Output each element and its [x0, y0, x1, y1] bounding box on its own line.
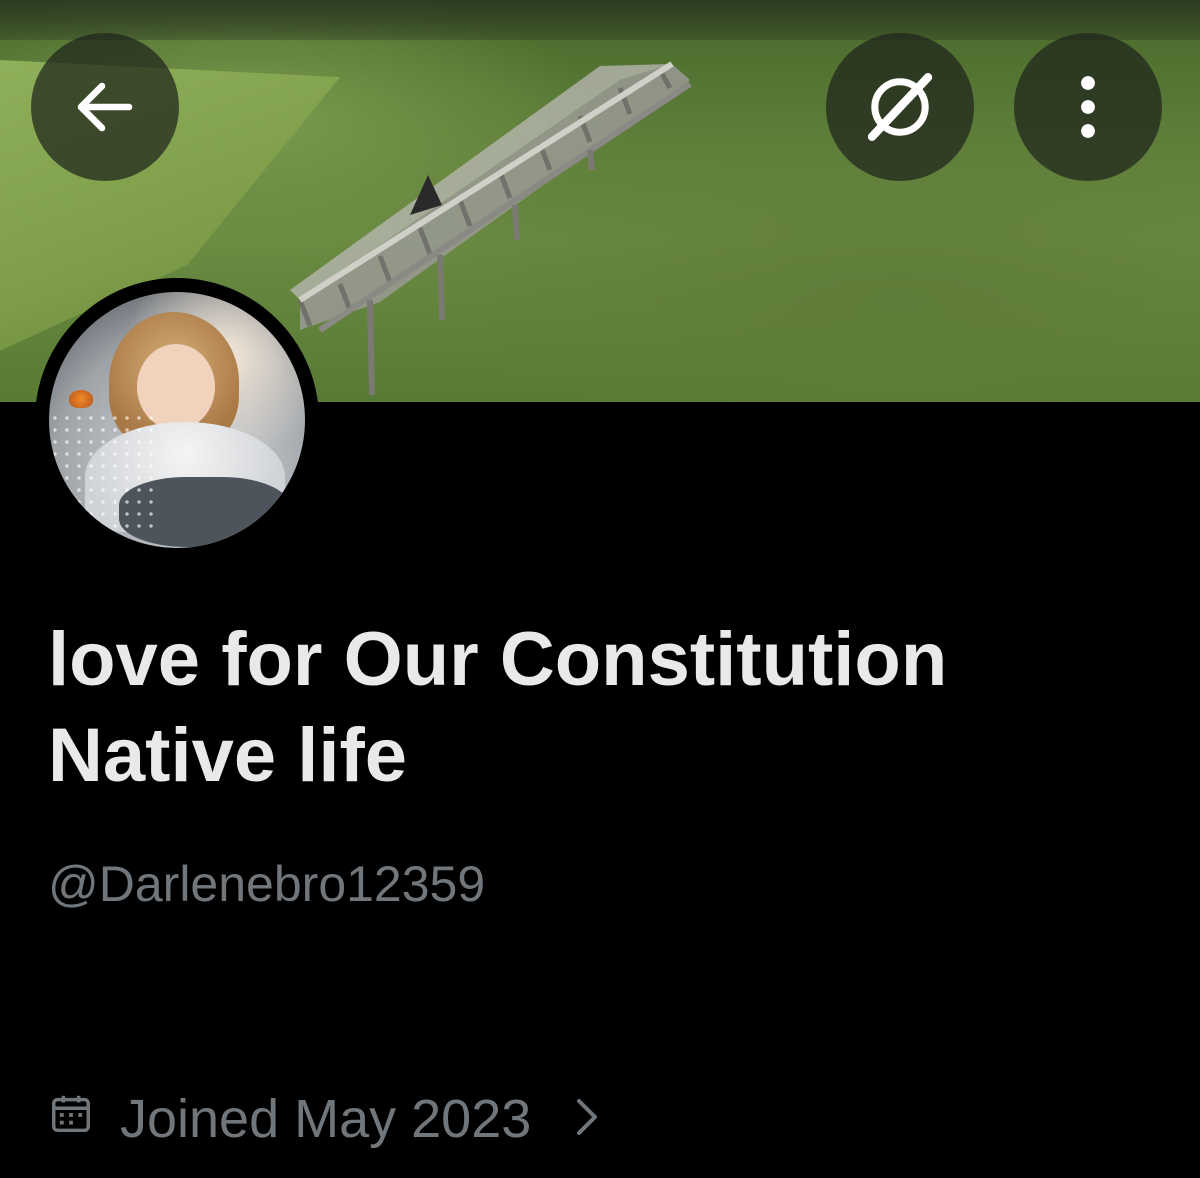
more-options-button[interactable] — [1014, 33, 1162, 181]
grok-slash-icon — [858, 65, 942, 149]
butterfly-graphic — [69, 390, 93, 408]
vertical-dots-icon — [1076, 71, 1100, 143]
grok-button[interactable] — [826, 33, 974, 181]
joined-date-text: Joined May 2023 — [120, 1089, 532, 1149]
user-handle: @Darlenebro12359 — [48, 856, 486, 912]
arrow-left-icon — [69, 71, 141, 143]
profile-avatar[interactable] — [35, 278, 319, 562]
joined-date-row[interactable]: Joined May 2023 — [48, 1084, 601, 1154]
avatar-image — [49, 292, 305, 548]
display-name: love for Our Constitution Native life — [48, 617, 948, 798]
calendar-icon — [48, 1088, 94, 1150]
back-button[interactable] — [31, 33, 179, 181]
chevron-right-icon — [573, 1088, 601, 1150]
